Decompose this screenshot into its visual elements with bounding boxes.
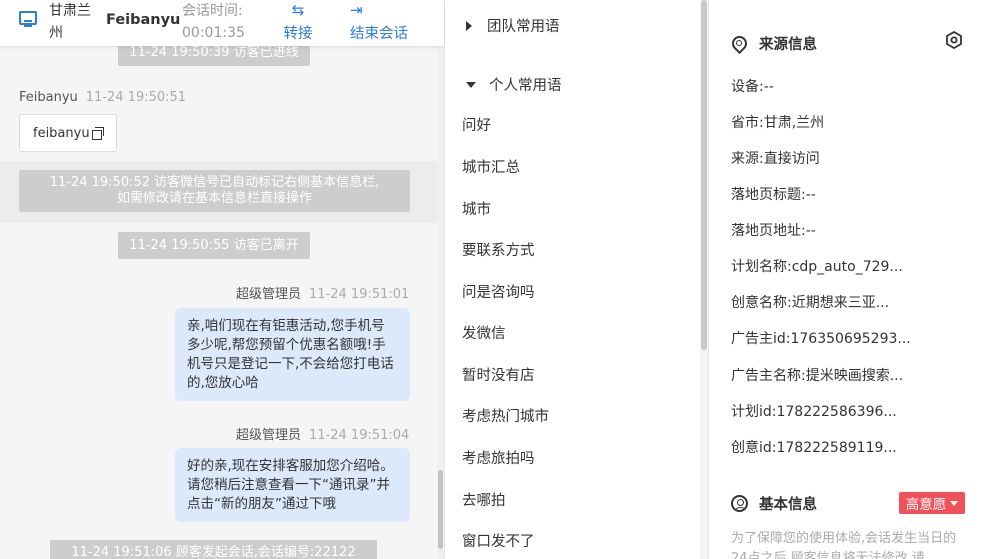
info-plan-name: 计划名称:cdp_auto_729...	[731, 259, 903, 275]
caret-right-icon	[466, 20, 472, 31]
monitor-stand	[24, 25, 32, 27]
intent-level-dropdown[interactable]: 高意愿	[899, 492, 965, 514]
basic-info-title: 基本信息	[731, 493, 817, 514]
agent-message-time: 11-24 19:51:04	[309, 428, 410, 443]
exit-icon: ⇥	[350, 1, 363, 19]
visitor-location: 甘肃兰州	[49, 3, 91, 41]
monitor-icon	[19, 11, 37, 25]
phrase-item[interactable]: 要联系方式	[462, 239, 535, 260]
phrases-scrollbar-thumb[interactable]	[701, 0, 707, 350]
agent-name: 超级管理员	[236, 428, 302, 443]
user-message-bubble: feibanyu	[19, 114, 117, 152]
phrase-item[interactable]: 城市	[462, 198, 491, 219]
chat-scrollbar[interactable]	[437, 0, 444, 559]
agent-message-bubble-1: 亲,咱们现在有钜惠活动,您手机号多少呢,帮您预留个优惠名额哦!手机号只是登记一下…	[175, 308, 410, 401]
transfer-icon: ⇆	[291, 1, 305, 19]
source-info-label: 来源信息	[759, 37, 817, 53]
session-time: 会话时间: 00:01:35	[182, 0, 245, 44]
phrase-item[interactable]: 暂时没有店	[462, 364, 535, 385]
info-plan-id: 计划id:178222586396...	[731, 404, 897, 420]
phrase-item[interactable]: 去哪拍	[462, 489, 506, 510]
agent-name: 超级管理员	[236, 287, 302, 302]
chat-panel: 11-24 19:50:39 访客已进线 Feibanyu 11-24 19:50…	[0, 0, 444, 559]
info-advertiser-name: 广告主名称:提米映画搜索...	[731, 368, 904, 384]
user-message-meta: Feibanyu 11-24 19:50:51	[19, 90, 186, 105]
user-message-text: feibanyu	[33, 125, 90, 141]
agent-message-meta-2: 超级管理员 11-24 19:51:04	[236, 424, 409, 443]
transfer-label: 转接	[283, 26, 313, 42]
chat-scrollbar-thumb[interactable]	[438, 470, 443, 549]
info-advertiser-id: 广告主id:176350695293...	[731, 331, 911, 347]
chat-messages[interactable]: 11-24 19:50:39 访客已进线 Feibanyu 11-24 19:50…	[0, 0, 437, 559]
phrases-scrollbar[interactable]	[700, 0, 708, 559]
system-message-left: 11-24 19:50:55 访客已离开	[118, 232, 310, 259]
system-message-wechat-line1: 11-24 19:50:52 访客微信号已自动标记右侧基本信息栏,	[49, 175, 380, 190]
chevron-down-icon	[950, 500, 959, 506]
phrase-item[interactable]: 城市汇总	[462, 156, 520, 177]
agent-message-time: 11-24 19:51:01	[309, 287, 410, 302]
system-message-session: 11-24 19:51:06 顾客发起会话,会话编号:22122	[50, 540, 377, 559]
info-device: 设备:--	[731, 79, 774, 95]
phrase-item[interactable]: 发微信	[462, 322, 506, 343]
end-session-label: 结束会话	[350, 26, 408, 42]
user-name: Feibanyu	[19, 90, 78, 105]
system-message-wechat: 11-24 19:50:52 访客微信号已自动标记右侧基本信息栏, 如需修改请在…	[19, 170, 410, 212]
phrase-item[interactable]: 考虑旅拍吗	[462, 447, 535, 468]
info-province-city: 省市:甘肃,兰州	[731, 115, 825, 131]
agent-message-meta-1: 超级管理员 11-24 19:51:01	[236, 283, 409, 302]
info-creative-name: 创意名称:近期想来三亚...	[731, 295, 890, 311]
user-icon	[731, 495, 748, 512]
transfer-button[interactable]: ⇆ 转接	[282, 0, 314, 46]
chat-workspace: 11-24 19:50:39 访客已进线 Feibanyu 11-24 19:50…	[0, 0, 983, 559]
info-source: 来源:直接访问	[731, 151, 820, 167]
visitor-name: Feibanyu	[106, 12, 181, 28]
session-time-value: 00:01:35	[182, 25, 245, 41]
phrase-item[interactable]: 问是咨询吗	[462, 281, 535, 302]
location-pin-icon	[731, 36, 747, 52]
source-info-title: 来源信息	[731, 33, 817, 54]
basic-info-note: 为了保障您的使用体验,会话发生当日的24点之后,顾客信息将无法修改,请	[731, 531, 957, 559]
chat-header: 甘肃兰州 Feibanyu 会话时间: 00:01:35 ⇆ 转接 ⇥ 结束会话	[0, 0, 444, 46]
end-session-button[interactable]: ⇥ 结束会话	[350, 0, 412, 46]
caret-down-icon	[466, 81, 476, 88]
session-time-label: 会话时间:	[182, 3, 243, 19]
group-personal-phrases[interactable]: 个人常用语	[466, 74, 562, 95]
info-landing-title: 落地页标题:--	[731, 187, 816, 203]
phrase-item[interactable]: 问好	[462, 114, 491, 135]
agent-message-bubble-2: 好的亲,现在安排客服加您介绍哈。请您稍后注意查看一下“通讯录”并点击“新的朋友”…	[175, 448, 410, 522]
system-message-wechat-line2: 如需修改请在基本信息栏直接操作	[116, 191, 312, 206]
user-message-time: 11-24 19:50:51	[85, 90, 187, 105]
info-landing-url: 落地页地址:--	[731, 223, 816, 239]
group-team-phrases[interactable]: 团队常用语	[466, 15, 560, 36]
info-creative-id: 创意id:178222589119...	[731, 440, 897, 456]
group-team-label: 团队常用语	[487, 19, 560, 35]
basic-info-label: 基本信息	[759, 497, 817, 513]
settings-icon[interactable]	[945, 31, 963, 49]
copy-icon[interactable]	[91, 127, 104, 140]
group-personal-label: 个人常用语	[489, 78, 562, 94]
phrase-item[interactable]: 窗口发不了	[462, 530, 535, 551]
intent-level-label: 高意愿	[905, 497, 947, 513]
phrase-item[interactable]: 考虑热门城市	[462, 405, 549, 426]
